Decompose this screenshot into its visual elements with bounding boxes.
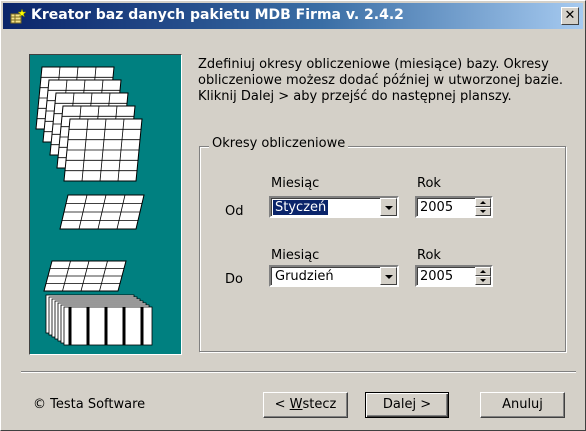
- from-year-spinner[interactable]: 2005: [415, 196, 493, 218]
- intro-line-1: Zdefiniuj okresy obliczeniowe (miesiące)…: [198, 57, 549, 72]
- back-button-rest: stecz: [302, 397, 337, 412]
- wizard-illustration: [29, 54, 182, 355]
- spin-up-icon[interactable]: [475, 198, 491, 207]
- cancel-button-label: Anuluj: [502, 397, 543, 412]
- close-button[interactable]: ✕: [561, 7, 579, 25]
- to-month-value: Grudzień: [275, 269, 334, 284]
- from-label: Od: [225, 204, 244, 219]
- periods-groupbox: [199, 146, 566, 352]
- close-icon: ✕: [564, 8, 576, 23]
- from-year-value[interactable]: 2005: [420, 200, 453, 215]
- spin-down-icon[interactable]: [475, 276, 491, 285]
- spin-down-icon[interactable]: [475, 207, 491, 216]
- back-button-mnemonic: W: [289, 397, 303, 412]
- next-button[interactable]: Dalej >: [365, 392, 449, 418]
- intro-text: Zdefiniuj okresy obliczeniowe (miesiące)…: [198, 57, 573, 105]
- wizard-window: Kreator baz danych pakietu MDB Firma v. …: [0, 0, 586, 431]
- back-button-prefix: <: [274, 397, 290, 412]
- to-year-header: Rok: [417, 248, 441, 263]
- to-year-value[interactable]: 2005: [420, 269, 453, 284]
- to-month-header: Miesiąc: [271, 248, 320, 263]
- from-year-header: Rok: [417, 176, 441, 191]
- to-month-select[interactable]: Grudzień: [269, 265, 399, 287]
- title-bar[interactable]: Kreator baz danych pakietu MDB Firma v. …: [3, 3, 583, 29]
- from-month-value: Styczeń: [271, 199, 330, 216]
- spin-up-icon[interactable]: [475, 267, 491, 276]
- from-month-header: Miesiąc: [271, 176, 320, 191]
- intro-line-2: obliczeniowe możesz dodać później w utwo…: [198, 73, 564, 88]
- to-year-spinner[interactable]: 2005: [415, 265, 493, 287]
- chevron-down-icon[interactable]: [380, 267, 397, 285]
- chevron-down-icon[interactable]: [380, 198, 397, 216]
- spreadsheet-stack-icon: [35, 66, 153, 346]
- window-title: Kreator baz danych pakietu MDB Firma v. …: [31, 7, 404, 23]
- cancel-button[interactable]: Anuluj: [480, 392, 565, 418]
- database-wizard-icon: [10, 8, 26, 24]
- next-button-label: Dalej >: [382, 397, 432, 412]
- to-label: Do: [225, 272, 243, 287]
- intro-line-3: Kliknij Dalej > aby przejść do następnej…: [198, 89, 512, 104]
- periods-group-label: Okresy obliczeniowe: [209, 136, 349, 151]
- footer-separator: [21, 371, 576, 373]
- from-month-select[interactable]: Styczeń: [269, 196, 399, 218]
- back-button[interactable]: < Wstecz: [263, 392, 348, 418]
- copyright-text: © Testa Software: [33, 397, 146, 412]
